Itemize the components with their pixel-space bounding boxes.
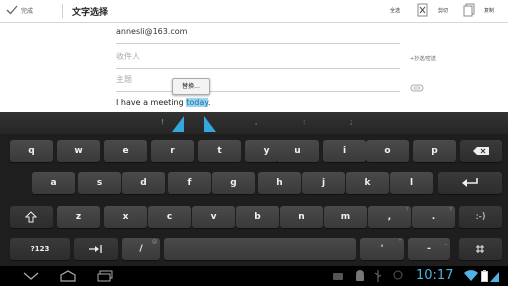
shift-icon — [25, 211, 37, 223]
keyboard-hide-icon[interactable] — [22, 270, 40, 282]
subject-field[interactable]: 主题 — [116, 73, 400, 92]
status-clock: 10:17 — [416, 268, 454, 283]
key-a[interactable]: a — [32, 172, 75, 194]
key-period-alt: ? — [449, 207, 452, 213]
to-field[interactable]: 收件人 — [116, 50, 400, 69]
selected-text[interactable]: today — [186, 98, 208, 107]
smiley-key[interactable]: :-) — [459, 206, 502, 228]
key-apostrophe-alt: " — [398, 239, 401, 245]
space-key[interactable] — [164, 238, 356, 260]
cut-icon[interactable] — [417, 3, 429, 17]
key-t[interactable]: t — [198, 140, 241, 162]
cut-button[interactable]: 剪切 — [438, 7, 448, 14]
key-c[interactable]: c — [148, 206, 191, 228]
body-text-before: I have a meeting — [116, 98, 187, 107]
select-all-button[interactable]: 全选 — [390, 7, 400, 14]
backspace-icon — [473, 147, 489, 155]
tab-icon — [89, 245, 102, 253]
suggestion-item[interactable]: , — [255, 118, 257, 126]
key-q[interactable]: q — [10, 140, 53, 162]
shift-key[interactable] — [10, 206, 53, 228]
suggestion-item[interactable]: : — [303, 118, 305, 126]
key-comma[interactable]: , ! — [368, 206, 411, 228]
symbols-key[interactable]: ?123 — [10, 238, 70, 260]
system-bar: 10:17 — [0, 266, 508, 286]
copy-button[interactable]: 复制 — [484, 7, 494, 14]
key-z[interactable]: z — [57, 206, 100, 228]
key-s[interactable]: s — [78, 172, 121, 194]
backspace-key[interactable] — [460, 140, 502, 162]
key-slash[interactable]: / @ — [122, 238, 160, 260]
android-icon — [356, 270, 364, 281]
key-l[interactable]: l — [390, 172, 433, 194]
key-j[interactable]: j — [302, 172, 345, 194]
key-comma-alt: ! — [405, 207, 408, 213]
divider — [62, 4, 63, 18]
message-body[interactable]: I have a meeting today. — [116, 98, 210, 107]
key-h[interactable]: h — [258, 172, 301, 194]
tab-key[interactable] — [74, 238, 118, 260]
key-comma-label: , — [387, 212, 392, 222]
key-p[interactable]: p — [413, 140, 456, 162]
keyboard-settings-icon — [476, 245, 484, 253]
done-label: 完成 — [21, 7, 34, 15]
alarm-icon — [393, 270, 403, 280]
settings-key[interactable] — [459, 238, 502, 260]
key-apostrophe[interactable]: ' " — [360, 238, 404, 260]
enter-icon — [462, 178, 478, 187]
battery-icon — [481, 270, 488, 282]
selection-end-handle[interactable] — [204, 116, 216, 132]
page-title: 文字选择 — [72, 8, 109, 18]
suggestion-bar: ! , : ; — [0, 112, 508, 134]
key-dash[interactable]: - _ — [408, 238, 450, 260]
suggestion-item[interactable]: ! — [161, 118, 164, 126]
key-b[interactable]: b — [236, 206, 279, 228]
done-button[interactable]: 完成 — [6, 4, 33, 16]
key-d[interactable]: d — [122, 172, 165, 194]
key-apostrophe-label: ' — [380, 244, 384, 254]
key-r[interactable]: r — [151, 140, 194, 162]
suggestion-item[interactable]: ; — [350, 118, 352, 126]
key-x[interactable]: x — [104, 206, 147, 228]
key-m[interactable]: m — [324, 206, 367, 228]
cc-bcc-link[interactable]: +抄送/密送 — [410, 55, 436, 62]
selection-start-handle[interactable] — [172, 116, 184, 132]
key-dash-alt: _ — [444, 239, 448, 245]
wifi-icon — [464, 270, 478, 281]
key-slash-label: / — [139, 244, 143, 254]
attachment-icon[interactable] — [410, 84, 424, 92]
key-k[interactable]: k — [346, 172, 389, 194]
body-text-after: . — [207, 98, 211, 107]
key-v[interactable]: v — [192, 206, 235, 228]
key-u[interactable]: u — [276, 140, 319, 162]
recent-apps-icon[interactable] — [96, 270, 114, 282]
checkmark-icon — [6, 5, 18, 15]
enter-key[interactable] — [438, 172, 502, 194]
key-w[interactable]: w — [57, 140, 100, 162]
usb-icon — [374, 270, 382, 282]
key-g[interactable]: g — [212, 172, 255, 194]
key-slash-alt: @ — [152, 239, 157, 245]
key-f[interactable]: f — [168, 172, 211, 194]
key-dash-label: - — [427, 244, 431, 254]
action-bar: 完成 文字选择 全选 剪切 复制 — [0, 0, 508, 23]
key-o[interactable]: o — [366, 140, 409, 162]
key-i[interactable]: i — [323, 140, 366, 162]
key-e[interactable]: e — [104, 140, 147, 162]
home-icon[interactable] — [59, 270, 77, 282]
copy-icon[interactable] — [463, 3, 475, 17]
compose-form: annesli@163.com 收件人 主题 — [0, 23, 508, 112]
soft-keyboard: ! , : ; q w e r t y u i o p a s d f g h … — [0, 112, 508, 266]
key-period[interactable]: . ? — [412, 206, 455, 228]
replace-popup[interactable]: 替换... — [172, 78, 210, 95]
key-period-label: . — [431, 212, 436, 222]
signal-icon — [490, 272, 499, 282]
keyboard-status-icon — [333, 273, 343, 280]
from-field[interactable]: annesli@163.com — [116, 25, 400, 44]
key-n[interactable]: n — [280, 206, 323, 228]
